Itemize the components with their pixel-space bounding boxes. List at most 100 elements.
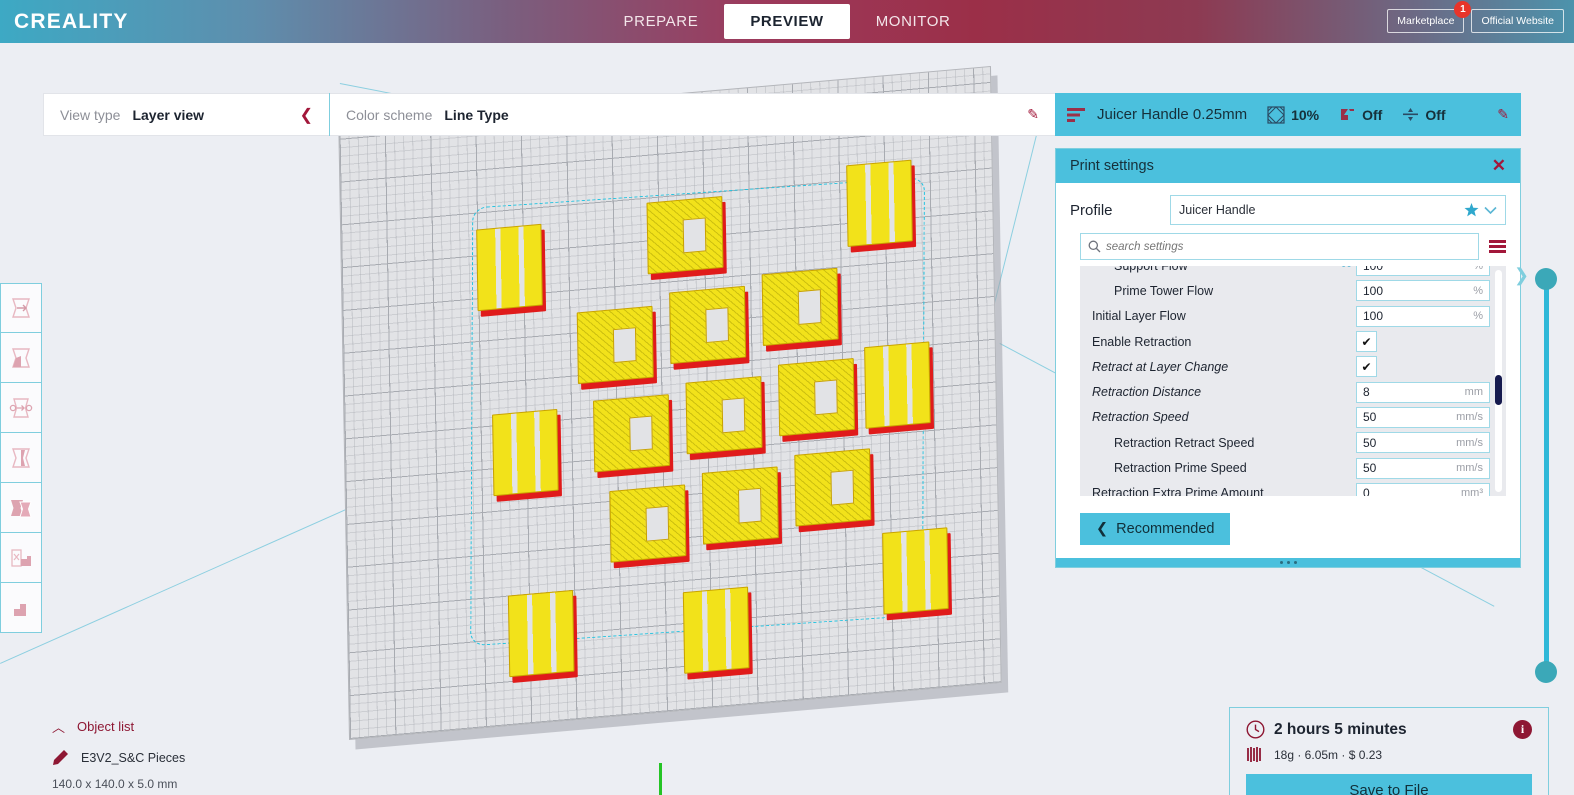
star-icon[interactable] [1464, 203, 1479, 217]
setting-value-field[interactable]: 100% [1356, 266, 1490, 277]
setting-row[interactable]: Retraction Retract Speed 50 mm/s [1080, 430, 1506, 455]
nav-tab-monitor[interactable]: MONITOR [850, 4, 977, 39]
chevron-down-icon[interactable] [1484, 206, 1497, 215]
summary-edit-pencil-icon[interactable]: ✎ [1497, 106, 1509, 123]
setting-row[interactable]: Initial Layer Flow 100% [1080, 304, 1506, 329]
layer-height-icon [1067, 107, 1085, 122]
marketplace-button[interactable]: Marketplace 1 [1387, 1, 1472, 33]
layer-slider-track[interactable] [1544, 276, 1549, 676]
settings-list[interactable]: Support Flow⚯100%Prime Tower Flow100%Ini… [1080, 266, 1506, 496]
profile-value: Juicer Handle [1179, 203, 1256, 217]
save-to-file-button[interactable]: Save to File [1246, 774, 1532, 795]
rotate-tool[interactable] [0, 383, 42, 433]
summary-profile-name: Juicer Handle 0.25mm [1097, 106, 1248, 123]
setting-value-field[interactable]: 8 mm [1356, 381, 1490, 403]
setting-value-field[interactable]: 50 mm/s [1356, 406, 1490, 428]
profile-label: Profile [1070, 201, 1113, 219]
piece-notch [645, 505, 670, 542]
setting-checkbox[interactable]: ✔ [1356, 331, 1377, 353]
setting-label: Retraction Prime Speed [1114, 461, 1247, 476]
summary-infill-value: 10% [1291, 106, 1320, 123]
setting-row[interactable]: Retraction Speed 50 mm/s [1080, 405, 1506, 430]
piece-notch [797, 289, 822, 326]
setting-row[interactable]: Enable Retraction ✔ [1080, 329, 1506, 354]
layer-slider[interactable] [1535, 268, 1557, 683]
nav-tab-prepare[interactable]: PREPARE [598, 4, 725, 39]
summary-support-value: Off [1362, 106, 1383, 123]
setting-checkbox[interactable]: ✔ [1356, 356, 1377, 378]
sliced-piece [701, 466, 783, 551]
setting-row[interactable]: Retraction Distance 8 mm [1080, 379, 1506, 404]
profile-row: Profile Juicer Handle [1056, 183, 1520, 233]
sliced-piece [846, 159, 917, 253]
setting-value-field[interactable]: 0 mm³ [1356, 482, 1490, 496]
view-type-section[interactable]: View type Layer view ❮ [44, 93, 329, 136]
hamburger-menu-icon[interactable] [1489, 240, 1506, 253]
move-tool[interactable] [0, 283, 42, 333]
object-list-item[interactable]: E3V2_S&C Pieces [52, 749, 352, 766]
clock-icon [1246, 720, 1265, 739]
piece-infill [476, 223, 543, 312]
setting-value-field[interactable]: 100% [1356, 305, 1490, 327]
object-list-header[interactable]: ︿ Object list [52, 717, 352, 736]
info-icon[interactable]: i [1513, 720, 1532, 739]
sliced-piece [507, 589, 578, 683]
color-scheme-label: Color scheme [346, 106, 433, 123]
search-row [1056, 233, 1520, 266]
layer-slider-upper-handle[interactable] [1535, 268, 1557, 290]
pencil-icon[interactable]: ✎ [1027, 106, 1039, 123]
color-scheme-section[interactable]: Color scheme Line Type ✎ [330, 93, 1055, 136]
setting-row[interactable]: Support Flow⚯ 100% [1080, 266, 1506, 278]
layer-slider-lower-handle[interactable] [1535, 661, 1557, 683]
view-type-value: Layer view [132, 106, 205, 123]
settings-scrollbar-track[interactable] [1495, 270, 1502, 492]
panel-resize-handle[interactable] [1056, 558, 1520, 567]
job-time-row: 2 hours 5 minutes [1246, 720, 1532, 739]
summary-support[interactable]: Off [1339, 106, 1382, 123]
panel-expander-icon[interactable]: ❯ [1514, 265, 1529, 291]
setting-value: 100 [1363, 283, 1384, 298]
settings-scrollbar-thumb[interactable] [1495, 375, 1502, 405]
search-settings-field[interactable] [1080, 233, 1479, 260]
piece-infill [492, 408, 559, 497]
mirror-tool[interactable] [0, 433, 42, 483]
sliced-piece [777, 358, 859, 443]
setting-value: 100 [1363, 266, 1473, 273]
official-website-button[interactable]: Official Website [1471, 9, 1564, 33]
search-input[interactable] [1106, 240, 1471, 253]
origin-marker [659, 763, 662, 795]
nav-tab-preview[interactable]: PREVIEW [724, 4, 850, 39]
build-plate-group [300, 63, 1130, 795]
color-scheme-value: Line Type [444, 106, 509, 123]
close-icon[interactable]: ✕ [1492, 156, 1506, 176]
setting-value-field[interactable]: 50 mm/s [1356, 457, 1490, 479]
setting-label: Retraction Speed [1092, 410, 1189, 425]
profile-dropdown[interactable]: Juicer Handle [1170, 195, 1506, 225]
recommended-button[interactable]: ❮ Recommended [1080, 513, 1231, 545]
sliced-piece [492, 408, 562, 502]
per-model-settings-tool[interactable] [0, 483, 42, 533]
setting-checkbox-wrap: ✔ [1356, 331, 1490, 353]
piece-infill [864, 341, 931, 429]
piece-infill [507, 589, 575, 678]
3d-viewport[interactable]: View type Layer view ❮ Color scheme Line… [0, 43, 1574, 795]
setting-row[interactable]: Retraction Extra Prime Amount 0 mm³ [1080, 481, 1506, 496]
setting-row[interactable]: Retraction Prime Speed 50 mm/s [1080, 455, 1506, 480]
scale-tool[interactable] [0, 333, 42, 383]
summary-infill[interactable]: 10% [1267, 105, 1320, 124]
summary-adhesion[interactable]: Off [1402, 106, 1446, 123]
setting-row[interactable]: Prime Tower Flow 100% [1080, 278, 1506, 303]
build-plate [338, 65, 1002, 741]
sliced-piece [682, 586, 753, 680]
print-summary-bar[interactable]: Juicer Handle 0.25mm 10% Off Off ✎ [1055, 93, 1521, 136]
chevron-left-icon[interactable]: ❮ [300, 105, 313, 125]
support-blocker-tool[interactable] [0, 533, 42, 583]
setting-value-field[interactable]: 100% [1356, 280, 1490, 302]
adhesion-icon [1403, 108, 1419, 121]
paint-tool[interactable] [0, 583, 42, 633]
setting-value-field[interactable]: 50 mm/s [1356, 432, 1490, 454]
piece-notch [721, 397, 746, 434]
move-icon [12, 298, 30, 318]
piece-infill [882, 527, 949, 615]
setting-row[interactable]: Retract at Layer Change ✔ [1080, 354, 1506, 379]
